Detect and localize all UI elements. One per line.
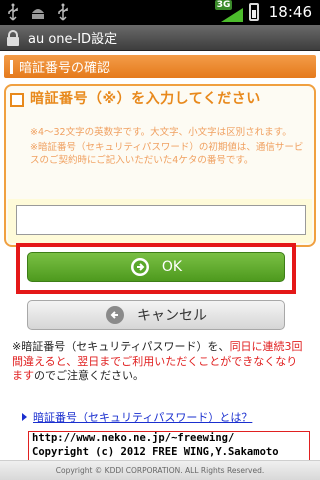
pin-input[interactable]	[16, 205, 306, 235]
arrow-left-circle-icon	[106, 306, 124, 324]
watermark: http://www.neko.ne.jp/~freewing/ Copyrig…	[28, 431, 310, 461]
notification-icons	[6, 3, 70, 21]
status-time: 18:46	[268, 3, 312, 21]
watermark-url: http://www.neko.ne.jp/~freewing/	[32, 432, 235, 444]
ok-button[interactable]: OK	[27, 252, 285, 282]
lock-icon	[7, 29, 19, 46]
pin-notes: ※4〜32文字の英数字です。大文字、小文字は区別されます。 ※暗証番号（セキュリ…	[30, 126, 306, 169]
battery-icon	[248, 3, 259, 21]
usb-icon	[8, 3, 18, 21]
warning-text-1: ※暗証番号（セキュリティパスワード）を、	[12, 340, 230, 353]
section-marker	[10, 59, 13, 74]
pin-form-heading: 暗証番号（※）を入力してください	[10, 90, 306, 108]
triangle-right-icon	[22, 413, 27, 421]
pin-label: 暗証番号（※）を入力してください	[30, 91, 261, 107]
section-header: 暗証番号の確認	[4, 55, 316, 78]
pin-input-area	[8, 199, 312, 243]
system-icons: 3G 18:46	[214, 0, 312, 22]
section-title: 暗証番号の確認	[19, 61, 111, 76]
pin-form-box: 暗証番号（※）を入力してください ※4〜32文字の英数字です。大文字、小文字は区…	[4, 84, 316, 247]
status-bar: 3G 18:46	[0, 0, 320, 25]
warning-text-2: のでご注意ください。	[34, 369, 144, 382]
ok-button-label: OK	[161, 259, 183, 275]
arrow-right-circle-icon	[130, 258, 149, 276]
watermark-copyright: Copyright (c) 2012 FREE WING,Y.Sakamoto	[32, 445, 279, 458]
page-title: au one-ID設定	[28, 32, 118, 47]
title-bar: au one-ID設定	[0, 25, 320, 51]
lockout-warning: ※暗証番号（セキュリティパスワード）を、同日に連続3回間違えると、翌日までご利用…	[12, 340, 308, 384]
usb-icon	[58, 3, 68, 21]
square-bullet-icon	[10, 93, 24, 107]
pin-note-initial: ※暗証番号（セキュリティパスワード）の初期値は、通信サービスのご契約時にご記入い…	[30, 142, 304, 166]
signal-3g-icon: 3G	[214, 0, 243, 22]
pin-help-link-text: 暗証番号（セキュリティパスワード）とは？	[33, 411, 253, 424]
android-debug-icon	[32, 9, 44, 19]
cancel-button[interactable]: キャンセル	[27, 300, 285, 330]
cancel-button-label: キャンセル	[137, 308, 207, 324]
footer-copyright: Copyright © KDDI CORPORATION. ALL Rights…	[0, 460, 320, 480]
pin-note-length: ※4〜32文字の英数字です。大文字、小文字は区別されます。	[30, 127, 292, 138]
pin-help-link[interactable]: 暗証番号（セキュリティパスワード）とは？	[22, 409, 252, 425]
